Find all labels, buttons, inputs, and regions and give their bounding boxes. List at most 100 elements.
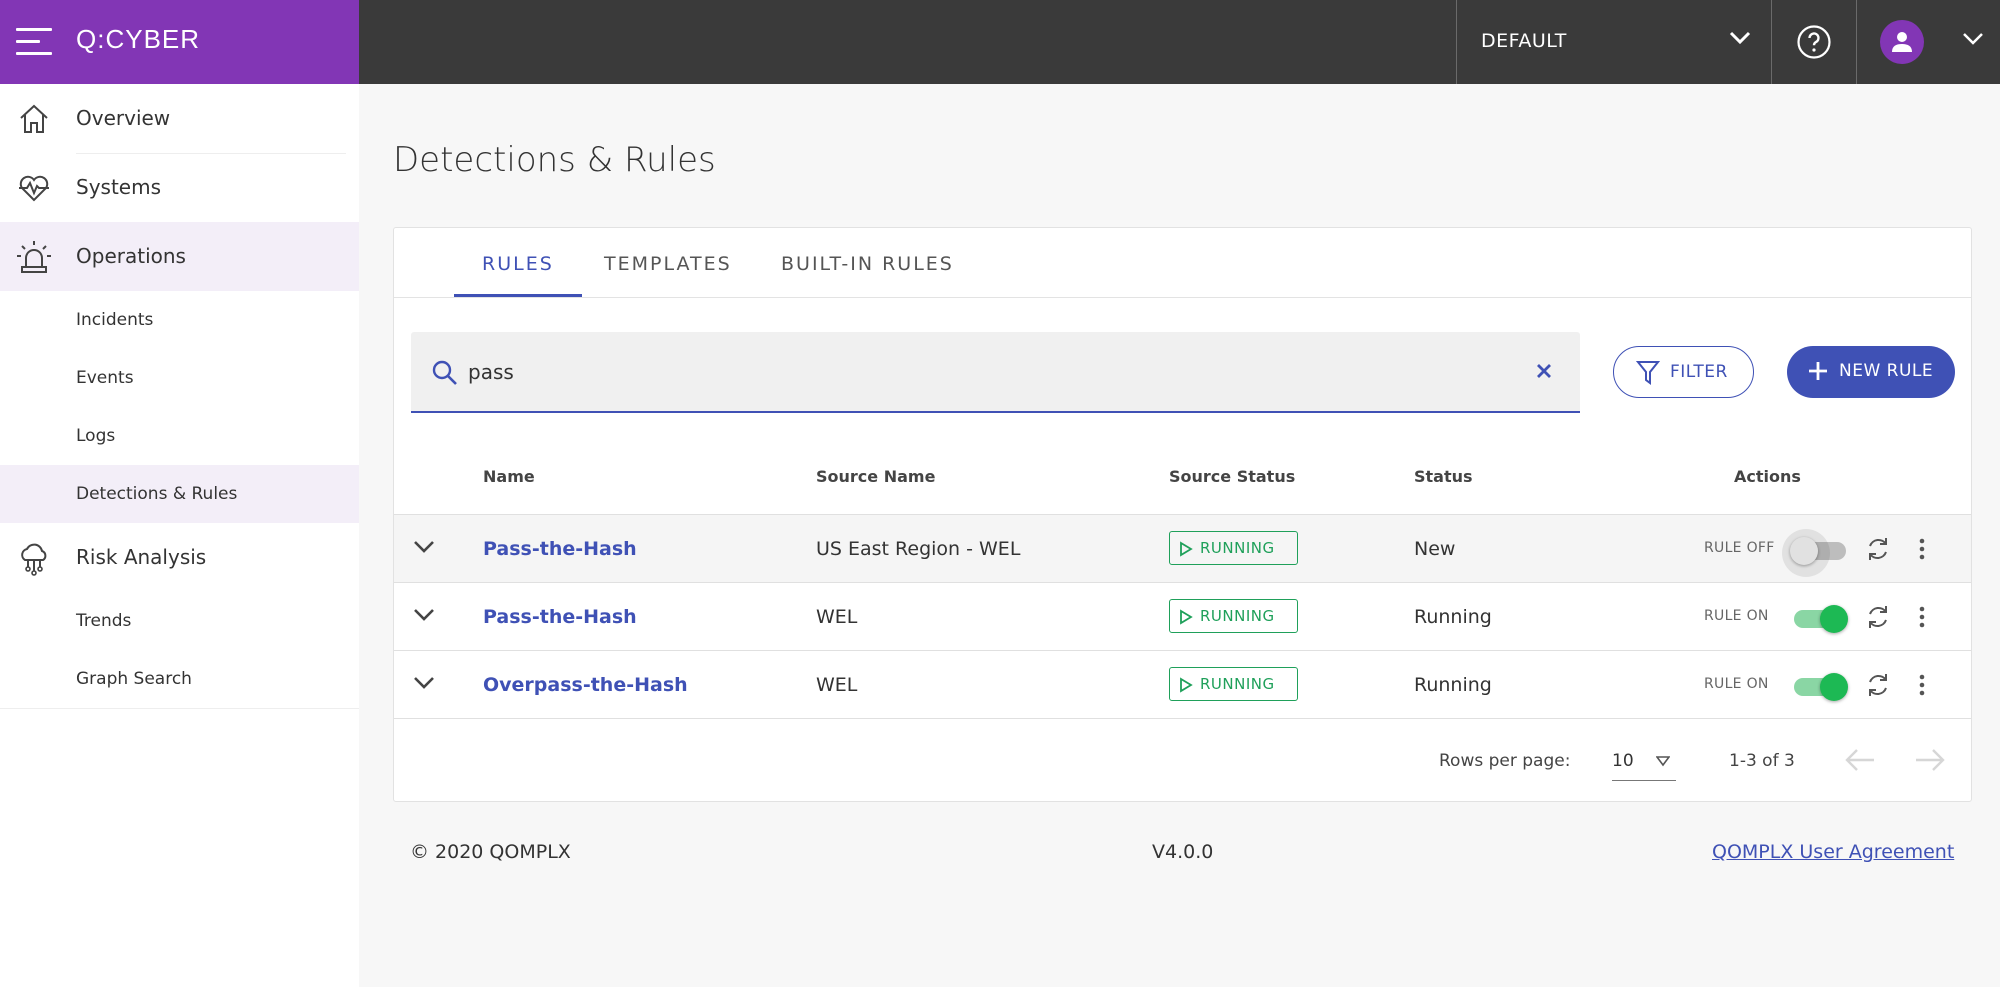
avatar[interactable]	[1880, 20, 1924, 64]
cloud-network-icon	[21, 543, 47, 576]
pagination-bar: Rows per page: 10 1-3 of 3	[394, 718, 1971, 801]
source-name: WEL	[816, 674, 858, 696]
help-icon	[1797, 25, 1831, 59]
sidebar-item-label: Detections & Rules	[76, 484, 238, 504]
alarm-icon	[17, 241, 51, 273]
chevron-down-icon[interactable]	[413, 607, 435, 623]
sidebar-item-incidents[interactable]: Incidents	[0, 291, 359, 349]
sidebar-item-label: Trends	[76, 611, 132, 631]
sidebar-item-label: Systems	[76, 175, 161, 199]
toggle-knob	[1820, 673, 1848, 701]
chevron-down-icon[interactable]	[413, 675, 435, 691]
status-badge-label: RUNNING	[1200, 539, 1275, 557]
status-badge: RUNNING	[1169, 531, 1298, 565]
tab-rules[interactable]: RULES	[482, 253, 554, 275]
copyright: © 2020 QOMPLX	[410, 841, 571, 863]
play-icon	[1180, 609, 1193, 625]
more-vert-icon[interactable]	[1914, 671, 1930, 699]
toggle-knob	[1820, 605, 1848, 633]
clear-icon[interactable]	[1535, 362, 1553, 380]
divider	[0, 708, 359, 709]
sidebar-item-trends[interactable]: Trends	[0, 592, 359, 650]
new-rule-button[interactable]: NEW RULE	[1787, 346, 1955, 398]
sidebar-item-events[interactable]: Events	[0, 349, 359, 407]
table-row: Pass-the-Hash WEL RUNNING Running RULE O…	[394, 582, 1971, 650]
sidebar-item-label: Overview	[76, 106, 171, 130]
sidebar-item-label: Events	[76, 368, 134, 388]
rule-status: Running	[1414, 674, 1492, 696]
sidebar-item-risk-analysis[interactable]: Risk Analysis	[0, 523, 359, 592]
tab-built-in-rules[interactable]: BUILT-IN RULES	[781, 253, 954, 275]
rule-name-link[interactable]: Overpass-the-Hash	[483, 674, 688, 696]
sidebar-item-systems[interactable]: Systems	[0, 153, 359, 222]
chevron-down-icon	[1729, 31, 1751, 45]
rule-name-link[interactable]: Pass-the-Hash	[483, 606, 637, 628]
sidebar-item-detections-rules[interactable]: Detections & Rules	[0, 465, 359, 523]
tab-bar: RULES TEMPLATES BUILT-IN RULES	[394, 228, 1971, 298]
top-bar: Q:CYBER DEFAULT	[0, 0, 2000, 84]
workspace-dropdown[interactable]: DEFAULT	[1457, 0, 1770, 84]
refresh-icon[interactable]	[1864, 671, 1892, 699]
menu-icon[interactable]	[16, 24, 52, 60]
rule-toggle[interactable]	[1782, 529, 1850, 577]
search-icon	[432, 360, 457, 385]
rule-status: Running	[1414, 606, 1492, 628]
arrow-right-icon[interactable]	[1914, 747, 1946, 773]
table-row: Pass-the-Hash US East Region - WEL RUNNI…	[394, 514, 1971, 582]
status-badge-label: RUNNING	[1200, 607, 1275, 625]
play-icon	[1180, 541, 1193, 557]
sidebar-item-label: Risk Analysis	[76, 545, 207, 569]
sidebar-item-label: Graph Search	[76, 669, 192, 689]
search-input[interactable]	[468, 354, 1468, 390]
triangle-down-icon	[1656, 756, 1670, 767]
plus-icon	[1809, 362, 1827, 380]
search-box	[411, 332, 1580, 413]
brand-bar: Q:CYBER	[0, 0, 359, 84]
play-icon	[1180, 677, 1193, 693]
rule-toggle[interactable]	[1790, 669, 1850, 701]
user-agreement-link[interactable]: QOMPLX User Agreement	[1712, 841, 1954, 863]
column-header-source-name[interactable]: Source Name	[816, 467, 935, 486]
rows-per-page-label: Rows per page:	[1439, 751, 1571, 771]
sidebar-item-logs[interactable]: Logs	[0, 407, 359, 465]
chevron-down-icon[interactable]	[1962, 31, 1984, 47]
refresh-icon[interactable]	[1864, 603, 1892, 631]
status-badge: RUNNING	[1169, 599, 1298, 633]
sidebar: Overview Systems Operations Incidents Ev…	[0, 84, 359, 987]
filter-icon	[1636, 361, 1660, 385]
source-name: US East Region - WEL	[816, 538, 1021, 560]
tab-templates[interactable]: TEMPLATES	[604, 253, 732, 275]
column-header-source-status[interactable]: Source Status	[1169, 467, 1295, 486]
rule-toggle-label: RULE OFF	[1704, 540, 1775, 556]
source-name: WEL	[816, 606, 858, 628]
status-badge: RUNNING	[1169, 667, 1298, 701]
workspace-label: DEFAULT	[1481, 30, 1567, 52]
user-icon	[1892, 32, 1912, 52]
rule-toggle[interactable]	[1790, 601, 1850, 633]
arrow-left-icon[interactable]	[1844, 747, 1876, 773]
column-header-status[interactable]: Status	[1414, 467, 1473, 486]
column-header-name[interactable]: Name	[483, 467, 535, 486]
heartbeat-icon	[19, 175, 49, 202]
toggle-knob	[1782, 529, 1830, 577]
sidebar-item-label: Logs	[76, 426, 116, 446]
page-range: 1-3 of 3	[1729, 751, 1795, 771]
page-title: Detections & Rules	[393, 140, 716, 180]
sidebar-item-overview[interactable]: Overview	[0, 84, 359, 153]
rows-per-page-value: 10	[1612, 751, 1634, 771]
more-vert-icon[interactable]	[1914, 603, 1930, 631]
rows-per-page-select[interactable]: 10	[1612, 741, 1676, 781]
help-button[interactable]	[1773, 0, 1855, 84]
chevron-down-icon[interactable]	[413, 539, 435, 555]
filter-button[interactable]: FILTER	[1613, 346, 1754, 398]
more-vert-icon[interactable]	[1914, 535, 1930, 563]
sidebar-item-label: Operations	[76, 244, 186, 268]
brand-logo: Q:CYBER	[76, 24, 201, 54]
rule-name-link[interactable]: Pass-the-Hash	[483, 538, 637, 560]
column-header-actions: Actions	[1734, 467, 1801, 486]
sidebar-item-graph-search[interactable]: Graph Search	[0, 650, 359, 708]
refresh-icon[interactable]	[1864, 535, 1892, 563]
status-badge-label: RUNNING	[1200, 675, 1275, 693]
rule-toggle-label: RULE ON	[1704, 676, 1769, 692]
sidebar-item-operations[interactable]: Operations	[0, 222, 359, 291]
